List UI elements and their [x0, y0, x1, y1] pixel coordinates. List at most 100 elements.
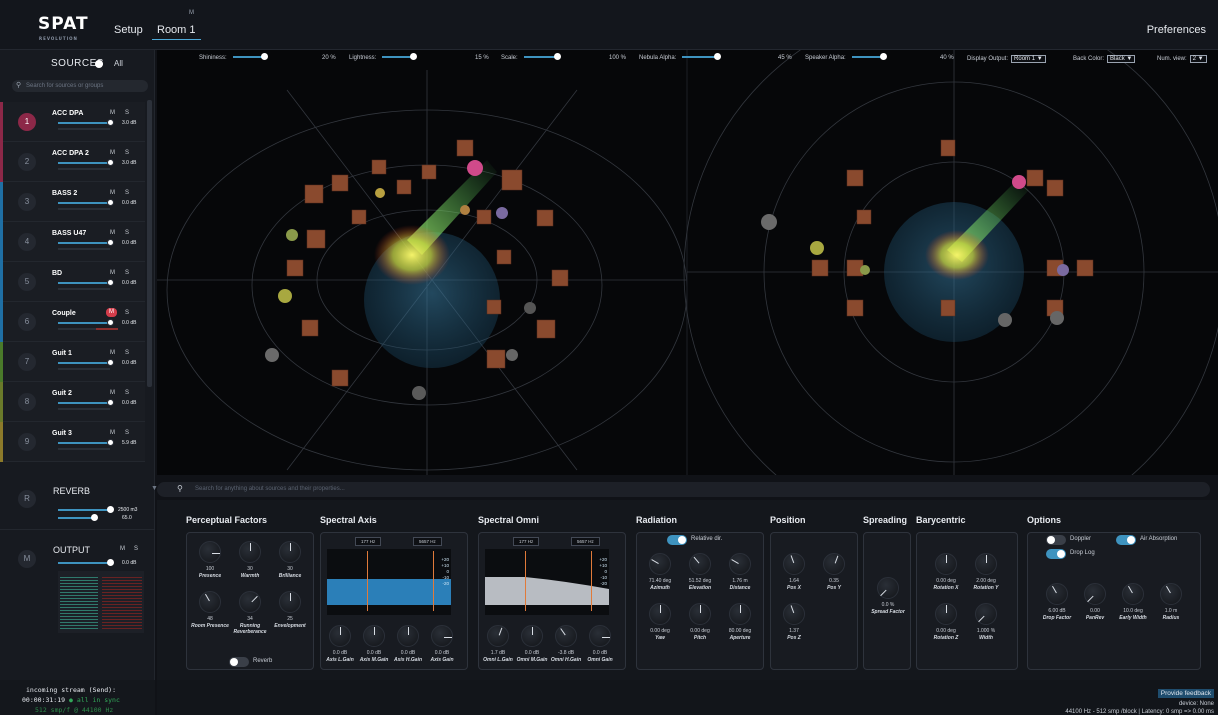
knob-dial[interactable]: [279, 591, 301, 613]
knob-dial[interactable]: [1084, 583, 1106, 605]
knob-dial[interactable]: [431, 625, 453, 647]
output-gain-knob[interactable]: [107, 559, 114, 566]
source-row[interactable]: 2 ACC DPA 2 M S 3.0 dB: [0, 142, 145, 182]
shininess-slider[interactable]: [232, 53, 268, 61]
source-row[interactable]: 8 Guit 2 M S 0.0 dB: [0, 382, 145, 422]
source-row[interactable]: 1 ACC DPA M S 3.0 dB: [0, 102, 145, 142]
axis-low-freq[interactable]: 177 Hz: [355, 537, 382, 546]
axis-eq-graph[interactable]: +20 +10 0 -10 -20: [327, 549, 451, 615]
air-absorption-toggle[interactable]: [1116, 535, 1136, 545]
nebula-control[interactable]: Nebula Alpha:: [639, 53, 722, 61]
properties-search-input[interactable]: ▼ ⚲ Search for anything about sources an…: [151, 482, 1210, 497]
reverb-size-slider[interactable]: [58, 509, 110, 511]
gain-slider-knob[interactable]: [107, 119, 114, 126]
preferences-button[interactable]: Preferences: [1147, 24, 1206, 36]
collapse-icon[interactable]: ▼: [151, 485, 158, 492]
shininess-control[interactable]: Shininess:: [199, 53, 268, 61]
solo-button[interactable]: S: [125, 270, 129, 276]
source-row[interactable]: 7 Guit 1 M S 0.0 dB: [0, 342, 145, 382]
gain-slider[interactable]: [58, 162, 110, 164]
scale-slider[interactable]: [523, 53, 561, 61]
knob-dial[interactable]: [975, 603, 997, 625]
knob-dial[interactable]: [521, 625, 543, 647]
axis-high-freq[interactable]: 5657 Hz: [413, 537, 442, 546]
source-row[interactable]: 3 BASS 2 M S 0.0 dB: [0, 182, 145, 222]
gain-slider[interactable]: [58, 362, 110, 364]
knob-dial[interactable]: [1046, 583, 1068, 605]
axis-high-marker[interactable]: [433, 551, 434, 611]
omni-high-freq[interactable]: 5657 Hz: [571, 537, 600, 546]
num-view-select[interactable]: 2 ▼: [1189, 55, 1207, 63]
relative-dir-toggle[interactable]: [667, 535, 687, 545]
gain-slider-knob[interactable]: [107, 319, 114, 326]
3d-viewer[interactable]: Shininess: 20 % Lightness: 15 % Scale: 1…: [157, 50, 1218, 475]
solo-button[interactable]: S: [125, 190, 129, 196]
all-toggle[interactable]: [95, 60, 103, 68]
knob-dial[interactable]: [555, 625, 577, 647]
solo-button[interactable]: S: [125, 110, 129, 116]
knob-dial[interactable]: [783, 553, 805, 575]
speaker-alpha-control[interactable]: Speaker Alpha:: [805, 53, 887, 61]
knob-dial[interactable]: [397, 625, 419, 647]
reverb-size-knob[interactable]: [107, 506, 114, 513]
nebula-slider[interactable]: [682, 53, 722, 61]
omni-eq-graph[interactable]: +20 +10 0 -10 -20: [485, 549, 609, 615]
mute-button-active[interactable]: M: [106, 308, 117, 317]
source-row[interactable]: 5 BD M S 0.0 dB: [0, 262, 145, 302]
knob-dial[interactable]: [729, 553, 751, 575]
gain-slider[interactable]: [58, 242, 110, 244]
gain-slider-knob[interactable]: [107, 359, 114, 366]
knob-dial[interactable]: [199, 541, 221, 563]
speaker-alpha-slider[interactable]: [851, 53, 887, 61]
back-color-select[interactable]: Black ▼: [1107, 55, 1136, 63]
knob-dial[interactable]: [689, 603, 711, 625]
tab-setup[interactable]: Setup: [114, 24, 143, 36]
mute-button[interactable]: M: [110, 190, 115, 196]
knob-dial[interactable]: [935, 603, 957, 625]
output-gain-slider[interactable]: [58, 562, 110, 564]
omni-low-marker[interactable]: [525, 551, 526, 611]
source-list-scrollbar[interactable]: [147, 100, 152, 387]
feedback-button[interactable]: Provide feedback: [1157, 689, 1214, 698]
source-row[interactable]: 4 BASS U47 M S 0.0 dB: [0, 222, 145, 262]
solo-button[interactable]: S: [125, 430, 129, 436]
solo-button[interactable]: S: [125, 390, 129, 396]
knob-dial[interactable]: [783, 603, 805, 625]
knob-dial[interactable]: [649, 603, 671, 625]
reverb-value-slider[interactable]: [58, 517, 94, 519]
gain-slider[interactable]: [58, 402, 110, 404]
knob-dial[interactable]: [649, 553, 671, 575]
solo-button[interactable]: S: [125, 350, 129, 356]
knob-dial[interactable]: [329, 625, 351, 647]
gain-slider[interactable]: [58, 202, 110, 204]
reverb-value-knob[interactable]: [91, 514, 98, 521]
knob-dial[interactable]: [487, 625, 509, 647]
mute-button[interactable]: M: [110, 230, 115, 236]
knob-dial[interactable]: [239, 541, 261, 563]
knob-dial[interactable]: [823, 553, 845, 575]
output-mute-button[interactable]: M: [120, 546, 125, 552]
gain-slider-knob[interactable]: [107, 399, 114, 406]
solo-button[interactable]: S: [125, 310, 129, 316]
gain-slider-knob[interactable]: [107, 439, 114, 446]
gain-slider[interactable]: [58, 282, 110, 284]
scale-control[interactable]: Scale:: [501, 53, 561, 61]
solo-button[interactable]: S: [125, 230, 129, 236]
knob-dial[interactable]: [239, 591, 261, 613]
mute-button[interactable]: M: [110, 150, 115, 156]
lightness-slider[interactable]: [382, 53, 418, 61]
knob-dial[interactable]: [729, 603, 751, 625]
gain-slider-knob[interactable]: [107, 239, 114, 246]
room-view-canvas[interactable]: [157, 50, 1218, 475]
knob-dial[interactable]: [877, 577, 899, 599]
solo-button[interactable]: S: [125, 150, 129, 156]
mute-button[interactable]: M: [110, 430, 115, 436]
display-output-select[interactable]: Room 1 ▼: [1011, 55, 1046, 63]
axis-low-marker[interactable]: [367, 551, 368, 611]
source-row[interactable]: 9 Guit 3 M S 5.9 dB: [0, 422, 145, 462]
mute-button[interactable]: M: [110, 270, 115, 276]
gain-slider[interactable]: [58, 442, 110, 444]
gain-slider[interactable]: [58, 322, 110, 324]
knob-dial[interactable]: [363, 625, 385, 647]
mute-button[interactable]: M: [110, 390, 115, 396]
